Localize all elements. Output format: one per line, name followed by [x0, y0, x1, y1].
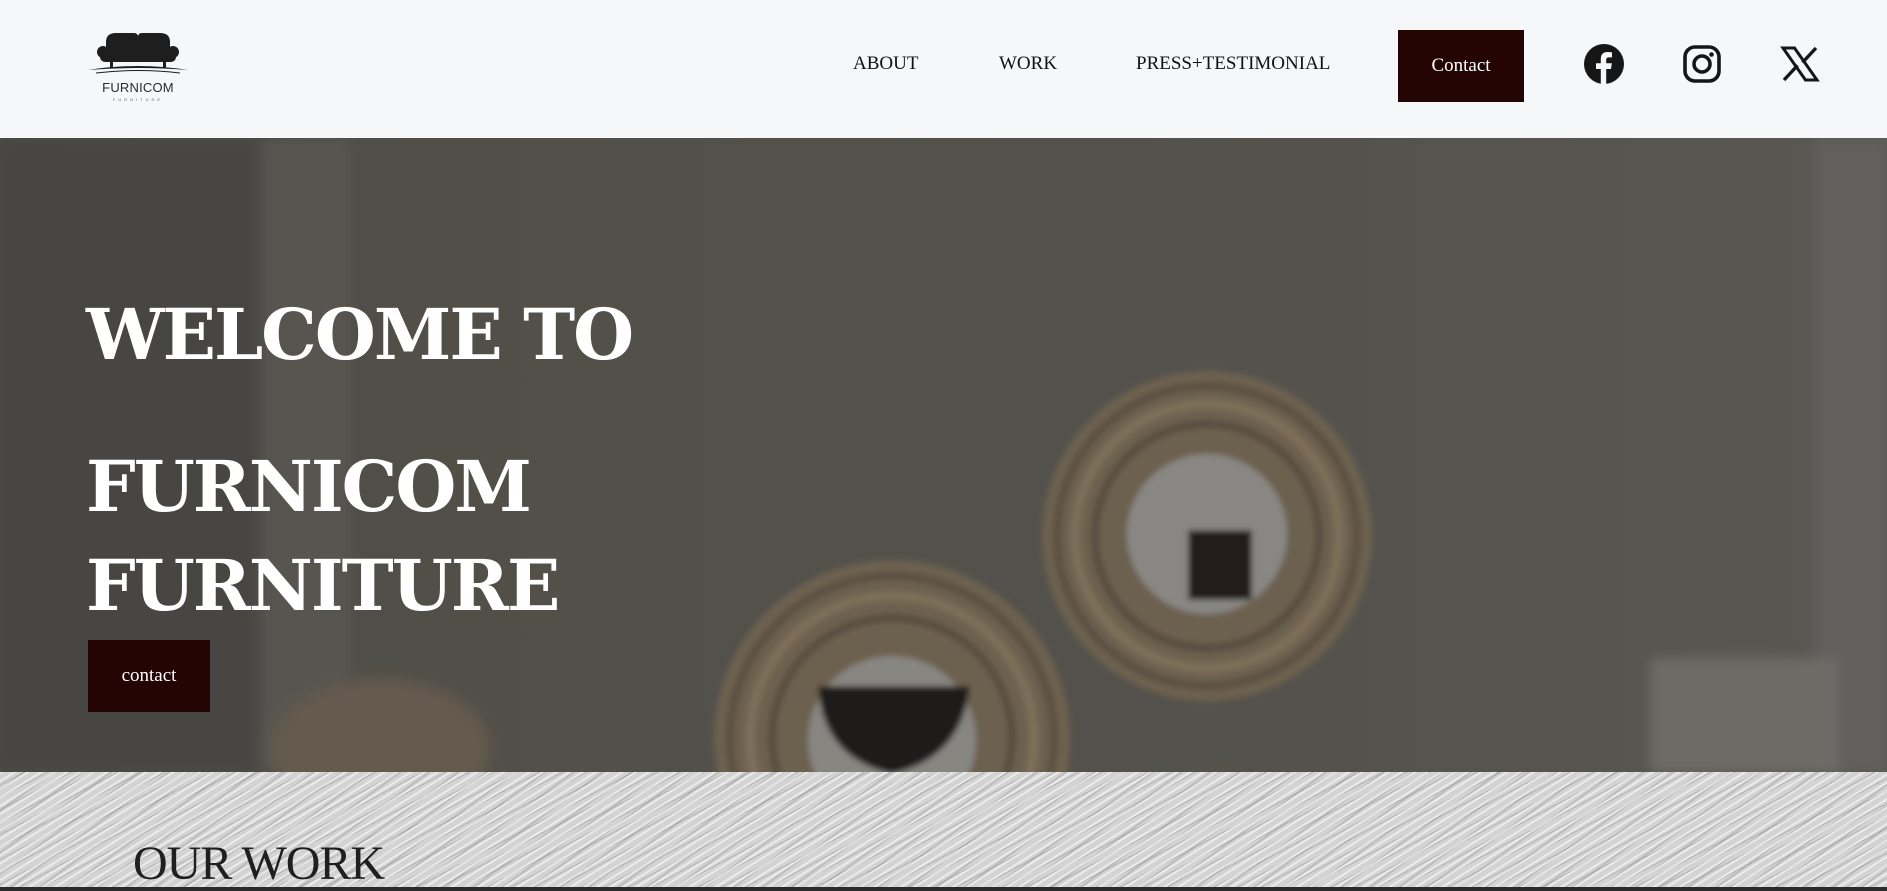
hero-title-line-3: FURNITURE: [86, 544, 560, 627]
hero-title-line-1: WELCOME TO: [86, 293, 634, 376]
sofa-icon: [88, 33, 188, 74]
hero-contact-button[interactable]: contact: [88, 640, 210, 712]
facebook-icon: [1584, 44, 1624, 84]
facebook-link[interactable]: [1583, 43, 1625, 85]
brand-name: FURNICOM: [102, 80, 174, 95]
nav-work[interactable]: WORK: [999, 53, 1057, 75]
our-work-title: OUR WORK: [133, 837, 385, 890]
nav-press-testimonial[interactable]: PRESS+TESTIMONIAL: [1136, 53, 1330, 75]
our-work-section: OUR WORK: [0, 772, 1887, 891]
instagram-icon: [1683, 45, 1721, 83]
hero-banner: WELCOME TO FURNICOM FURNITURE contact: [0, 138, 1887, 772]
hero-title-line-2: FURNICOM: [86, 445, 532, 528]
nav-about[interactable]: ABOUT: [853, 53, 918, 75]
contact-nav-button[interactable]: Contact: [1398, 30, 1524, 102]
x-icon: [1780, 46, 1820, 82]
section-divider: [0, 887, 1887, 891]
brand-logo[interactable]: FURNICOM FURNITURE: [86, 28, 190, 104]
site-header: FURNICOM FURNITURE ABOUT WORK PRESS+TEST…: [0, 0, 1887, 138]
brand-tagline: FURNITURE: [112, 97, 164, 102]
x-link[interactable]: [1779, 43, 1821, 85]
instagram-link[interactable]: [1681, 43, 1723, 85]
